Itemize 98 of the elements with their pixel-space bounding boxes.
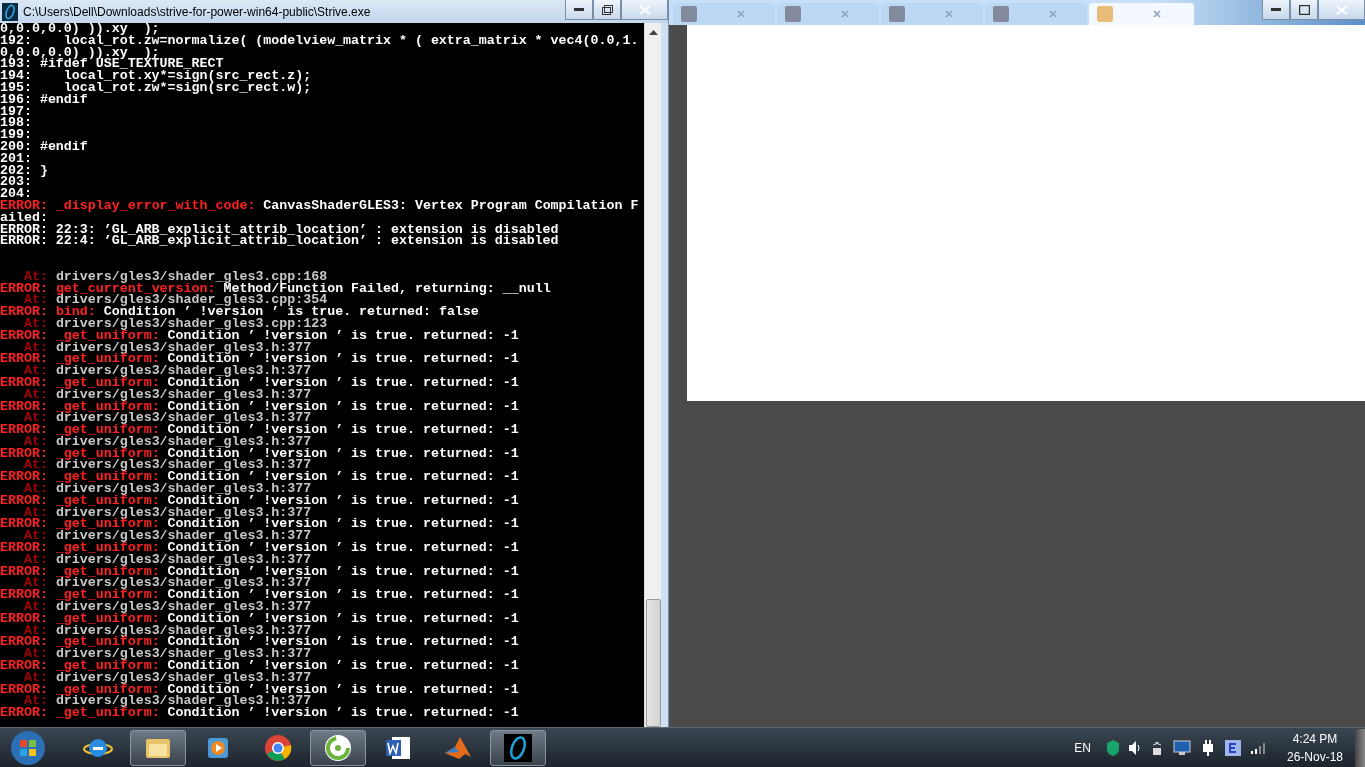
close-icon [841, 10, 849, 18]
console-line: ERROR: _display_error_with_code: CanvasShaderGLES3: Vertex Program Compilation F [0, 199, 639, 212]
console-line: ERROR: get_current_version: Method/Function Failed, returning: __null [0, 282, 551, 295]
scrollbar[interactable] [644, 23, 661, 727]
console-line: At: drivers/gles3/shader_gles3.cpp:168 [23, 270, 328, 283]
console-line: At: drivers/gles3/shader_gles3.cpp:354 [23, 294, 328, 307]
console-line: 195: local_rot.zw*=sign(src_rect.w); [0, 82, 312, 94]
console-line: ERROR: _get_uniform: Condition ’ !version ’ is true. returned: -1 [0, 683, 519, 696]
power-plug-icon[interactable] [1200, 739, 1215, 756]
restore-icon [601, 4, 613, 15]
minimize-icon [1271, 7, 1281, 12]
console-line: 204: [0, 188, 32, 200]
console-line: 201: [0, 152, 32, 165]
console-line: ERROR: _get_uniform: Condition ’ !version ’ is true. returned: -1 [0, 353, 519, 366]
maximize-icon [1298, 4, 1310, 15]
console-line: ERROR: _get_uniform: Condition ’ !version ’ is true. returned: -1 [0, 400, 519, 413]
console-line: ERROR: _get_uniform: Condition ’ !version ’ is true. returned: -1 [0, 376, 519, 389]
console-line: At: drivers/gles3/shader_gles3.h:377 [23, 624, 312, 637]
tab-favicon-icon [681, 6, 697, 22]
taskbar-app[interactable] [310, 729, 366, 766]
window-title: C:\Users\Dell\Downloads\strive-for-power-win64-public\Strive.exe [23, 4, 371, 19]
tab-favicon-icon [1097, 6, 1113, 22]
minimize-button[interactable] [1262, 0, 1290, 20]
console-line: 203: [0, 176, 32, 189]
console-line: ERROR: _get_uniform: Condition ’ !version ’ is true. returned: -1 [0, 329, 519, 342]
console-line: 194: local_rot.xy*=sign(src_rect.z); [0, 70, 312, 82]
minimize-icon [574, 7, 584, 12]
maximize-button[interactable] [593, 0, 621, 20]
console-line: ERROR: _get_uniform: Condition ’ !version ’ is true. returned: -1 [0, 494, 519, 507]
console-line: 0,0.0,0.0) )).xy ); [0, 23, 160, 35]
console-line: ERROR: 22:3: ’GL_ARB_explicit_attrib_location’ : extension is disabled [0, 223, 559, 236]
maximize-button[interactable] [1290, 0, 1318, 20]
console-line: 197: [0, 105, 32, 118]
close-icon [1049, 10, 1057, 18]
console-line: ERROR: _get_uniform: Condition ’ !version ’ is true. returned: -1 [0, 542, 519, 554]
console-line: ERROR: _get_uniform: Condition ’ !version ’ is true. returned: -1 [0, 707, 519, 719]
console-line: ERROR: _get_uniform: Condition ’ !version ’ is true. returned: -1 [0, 518, 519, 531]
console-line: ERROR: _get_uniform: Condition ’ !version ’ is true. returned: -1 [0, 471, 519, 484]
close-icon [737, 10, 745, 18]
console-line: 198: [0, 117, 32, 130]
minimize-button[interactable] [565, 0, 593, 20]
console-line: ERROR: _get_uniform: Condition ’ !version ’ is true. returned: -1 [0, 589, 519, 602]
language-indicator[interactable]: EN [1074, 740, 1091, 755]
console-line: At: drivers/gles3/shader_gles3.h:377 [23, 365, 312, 377]
console-line: ERROR: _get_uniform: Condition ’ !version ’ is true. returned: -1 [0, 612, 519, 625]
taskbar-app[interactable] [130, 729, 186, 766]
tab-favicon-icon [785, 6, 801, 22]
console-line: At: drivers/gles3/shader_gles3.h:377 [23, 435, 312, 448]
console-line: At: drivers/gles3/shader_gles3.h:377 [23, 601, 312, 613]
app-logo-icon [2, 2, 18, 21]
console-line: 199: [0, 129, 32, 141]
console-line: At: drivers/gles3/shader_gles3.h:377 [23, 388, 312, 401]
console-line: At: drivers/gles3/shader_gles3.cpp:123 [23, 317, 328, 330]
signal-icon[interactable] [1250, 741, 1267, 754]
console-line: ERROR: _get_uniform: Condition ’ !version ’ is true. returned: -1 [0, 565, 519, 578]
monitor-icon[interactable] [1172, 739, 1191, 756]
close-icon [1335, 4, 1348, 15]
console-line: At: drivers/gles3/shader_gles3.h:377 [23, 553, 312, 566]
console-line: ERROR: _get_uniform: Condition ’ !version ’ is true. returned: -1 [0, 424, 519, 436]
console-line: At: drivers/gles3/shader_gles3.h:377 [23, 459, 312, 472]
app-logo-icon [503, 732, 533, 763]
console-line: 202: } [0, 164, 48, 177]
console-line: At: drivers/gles3/shader_gles3.h:377 [23, 695, 312, 708]
console-line: 192: local_rot.zw=normalize( (modelview_matrix * ( extra_matrix * vec4(0.0,1. [0, 34, 639, 47]
scroll-thumb[interactable] [645, 599, 661, 727]
console-line: At: drivers/gles3/shader_gles3.h:377 [23, 412, 312, 425]
close-icon [638, 4, 651, 15]
console-line: At: drivers/gles3/shader_gles3.h:377 [23, 341, 312, 354]
show-desktop-button[interactable] [1355, 728, 1365, 767]
console-line: ERROR: _get_uniform: Condition ’ !version ’ is true. returned: -1 [0, 636, 519, 649]
network-icon[interactable] [1150, 739, 1163, 756]
console-line: At: drivers/gles3/shader_gles3.h:377 [23, 577, 312, 590]
console-line: ailed: [0, 211, 48, 224]
e-box-icon[interactable] [1224, 739, 1241, 756]
speaker-icon[interactable] [1128, 740, 1141, 755]
clock[interactable]: 4:24 PM 26-Nov-18 [1286, 729, 1343, 766]
console-line: At: drivers/gles3/shader_gles3.h:377 [23, 483, 312, 495]
console-line: At: drivers/gles3/shader_gles3.h:377 [23, 530, 312, 543]
console-line: ERROR: _get_uniform: Condition ’ !version ’ is true. returned: -1 [0, 660, 519, 672]
console-line: ERROR: bind: Condition ’ !version ’ is true. returned: false [0, 306, 479, 318]
close-icon [1153, 10, 1161, 18]
shield-icon[interactable] [1106, 739, 1119, 756]
tab-favicon-icon [889, 6, 905, 22]
console-line: ERROR: 22:4: ’GL_ARB_explicit_attrib_location’ : extension is disabled [0, 235, 559, 248]
up-arrow-icon [648, 29, 658, 35]
console-line: 193: #ifdef USE_TEXTURE_RECT [0, 58, 224, 71]
console-line: 0,0.0,0.0) )).xy ); [0, 46, 160, 59]
console-line: ERROR: _get_uniform: Condition ’ !version ’ is true. returned: -1 [0, 447, 519, 460]
ring-logo-icon [323, 732, 353, 763]
console-line: At: drivers/gles3/shader_gles3.h:377 [23, 506, 312, 519]
chrome-icon [263, 732, 293, 763]
taskbar-app[interactable] [490, 729, 546, 766]
console-line: 200: #endif [0, 140, 88, 153]
console-line: At: drivers/gles3/shader_gles3.h:377 [23, 671, 312, 684]
tab-favicon-icon [993, 6, 1009, 22]
close-icon [945, 10, 953, 18]
console-line: At: drivers/gles3/shader_gles3.h:377 [23, 648, 312, 661]
console-line: 196: #endif [0, 93, 88, 106]
